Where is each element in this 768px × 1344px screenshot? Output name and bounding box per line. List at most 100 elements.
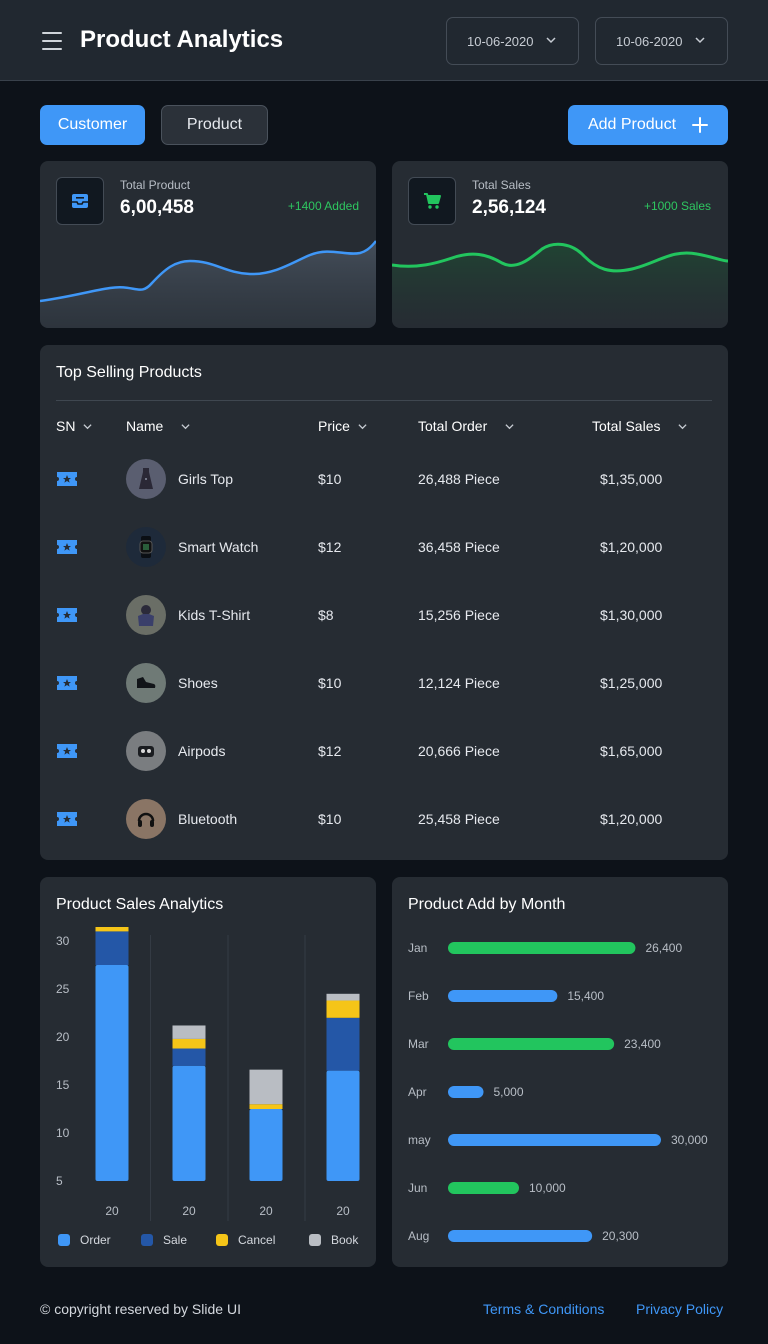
month-bar: [448, 1134, 661, 1146]
x-tick-label: 20: [336, 1204, 350, 1218]
column-header-price[interactable]: Price: [318, 418, 367, 434]
x-tick-label: 20: [182, 1204, 196, 1218]
page-title: Product Analytics: [80, 26, 284, 53]
legend-cancel-label: Cancel: [238, 1233, 276, 1247]
month-bar: [448, 1230, 593, 1242]
bar-segment-cancel: [326, 1000, 360, 1018]
column-name-label: Name: [126, 418, 164, 434]
date-to-select[interactable]: 10-06-2020: [595, 17, 728, 65]
month-label: may: [408, 1133, 431, 1147]
y-tick-label: 30: [56, 934, 70, 948]
date-from-select[interactable]: 10-06-2020: [446, 17, 579, 65]
column-total-sales-label: Total Sales: [592, 418, 661, 434]
bar-segment-sale: [95, 931, 129, 965]
bar-segment-order: [172, 1065, 206, 1181]
month-label: Aug: [408, 1229, 429, 1243]
copyright-text: © copyright reserved by Slide UI: [40, 1301, 241, 1317]
month-label: Mar: [408, 1037, 429, 1051]
customer-tab-button[interactable]: Customer: [40, 105, 145, 145]
y-tick-label: 10: [56, 1126, 70, 1140]
x-tick-label: 20: [259, 1204, 273, 1218]
cart-icon: [408, 177, 456, 225]
bar-segment-book: [172, 1025, 206, 1039]
bar-segment-cancel: [249, 1104, 283, 1109]
ticket-star-icon: [57, 812, 77, 826]
product-add-by-month-card: Product Add by Month Jan 26,400 Feb 15,400 M…: [392, 877, 728, 1267]
menu-icon[interactable]: [42, 32, 62, 50]
product-avatar-bluetooth: [126, 799, 166, 839]
legend-sale-label: Sale: [163, 1233, 188, 1247]
legend-sale: Sale: [141, 1233, 187, 1247]
row-5-orders: 20,666 Piece: [418, 743, 500, 759]
month-value-label: 10,000: [529, 1181, 566, 1195]
month-value-label: 30,000: [671, 1133, 708, 1147]
month-bar: [448, 990, 558, 1002]
month-bar: [448, 1086, 484, 1098]
plus-icon: [692, 117, 709, 133]
total-sales-value: 2,56,124: [472, 197, 546, 218]
column-header-name[interactable]: Name: [126, 418, 190, 434]
sales-stacked-bar-chart: 30 25 20 15 10 5 20 20 20 20: [56, 927, 360, 1221]
product-tab-button[interactable]: Product: [161, 105, 268, 145]
bar-segment-cancel: [95, 927, 129, 932]
month-horizontal-bar-chart: Jan 26,400 Feb 15,400 Mar 23,400 Apr 5,000 may 30…: [408, 941, 708, 1243]
chevron-down-icon: [546, 37, 556, 44]
month-value-label: 15,400: [567, 989, 604, 1003]
row-3-name: Kids T-Shirt: [178, 607, 251, 623]
row-2-name: Smart Watch: [178, 539, 259, 555]
column-header-total-order[interactable]: Total Order: [418, 418, 514, 434]
column-header-total-sales[interactable]: Total Sales: [592, 418, 688, 434]
y-tick-label: 5: [56, 1174, 63, 1188]
month-label: Jan: [408, 941, 427, 955]
row-2-sales: $1,20,000: [600, 539, 663, 555]
month-bar: [448, 1182, 519, 1194]
top-selling-table: Top Selling Products SN Name Price Total…: [40, 345, 728, 860]
legend-cancel: Cancel: [216, 1233, 275, 1247]
terms-link[interactable]: Terms & Conditions: [483, 1301, 604, 1317]
row-4-orders: 12,124 Piece: [418, 675, 500, 691]
ticket-star-icon: [57, 608, 77, 622]
chevron-down-icon: [181, 423, 190, 429]
ticket-star-icon: [57, 676, 77, 690]
privacy-link[interactable]: Privacy Policy: [636, 1301, 723, 1317]
product-avatar-shoes: [126, 663, 166, 703]
row-2-orders: 36,458 Piece: [418, 539, 500, 555]
bar-segment-sale: [326, 1017, 360, 1071]
month-label: Feb: [408, 989, 429, 1003]
total-product-label: Total Product: [120, 178, 191, 192]
total-sales-label: Total Sales: [472, 178, 531, 192]
row-1-sales: $1,35,000: [600, 471, 663, 487]
month-label: Jun: [408, 1181, 427, 1195]
bar-segment-book: [249, 1069, 283, 1105]
top-bar: Product Analytics 10-06-2020 10-06-2020: [0, 0, 768, 81]
row-6-sales: $1,20,000: [600, 811, 663, 827]
row-3-price: $8: [318, 607, 334, 623]
total-product-value: 6,00,458: [120, 197, 194, 218]
total-sales-delta: +1000 Sales: [643, 199, 711, 213]
table-title: Top Selling Products: [56, 364, 202, 381]
total-product-card: Total Product 6,00,458 +1400 Added: [40, 161, 376, 328]
chevron-down-icon: [83, 423, 93, 429]
product-avatar-smart-watch: [126, 527, 166, 567]
ticket-star-icon: [57, 540, 77, 554]
row-6-name: Bluetooth: [178, 811, 238, 827]
row-1-orders: 26,488 Piece: [418, 471, 500, 487]
sales-chart-title: Product Sales Analytics: [56, 896, 224, 913]
inbox-icon: [56, 177, 104, 225]
add-product-button[interactable]: Add Product: [568, 105, 728, 145]
chevron-down-icon: [505, 423, 514, 429]
bar-segment-cancel: [172, 1038, 206, 1049]
row-2-price: $12: [318, 539, 342, 555]
bar-segment-order: [326, 1070, 360, 1181]
row-3-sales: $1,30,000: [600, 607, 663, 623]
month-bar: [448, 942, 636, 954]
ticket-star-icon: [57, 472, 77, 486]
row-6-price: $10: [318, 811, 342, 827]
add-product-label: Add Product: [587, 116, 677, 133]
total-sales-card: Total Sales 2,56,124 +1000 Sales: [392, 161, 728, 328]
date-from-value: 10-06-2020: [467, 33, 534, 49]
bar-segment-order: [249, 1109, 283, 1181]
row-1-name: Girls Top: [178, 471, 233, 487]
row-5-sales: $1,65,000: [600, 743, 663, 759]
column-header-sn[interactable]: SN: [56, 418, 93, 434]
